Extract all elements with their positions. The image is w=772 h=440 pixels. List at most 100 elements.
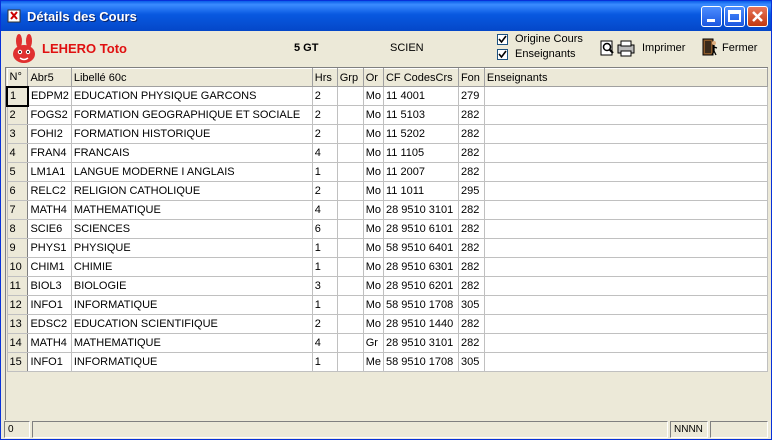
table-row[interactable]: 10 CHIM1 CHIMIE 1 Mo 28 9510 6301 282 bbox=[6, 257, 769, 277]
table-cell[interactable]: 3 bbox=[311, 276, 338, 296]
table-cell[interactable] bbox=[483, 238, 769, 258]
table-cell[interactable]: INFO1 bbox=[27, 295, 72, 315]
table-cell[interactable] bbox=[336, 257, 364, 277]
minimize-button[interactable] bbox=[701, 6, 722, 27]
table-cell[interactable]: 28 9510 6101 bbox=[382, 219, 459, 239]
row-number[interactable]: 15 bbox=[6, 352, 29, 372]
table-cell[interactable]: PHYS1 bbox=[27, 238, 72, 258]
table-cell[interactable]: 28 9510 6301 bbox=[382, 257, 459, 277]
table-cell[interactable] bbox=[483, 124, 769, 144]
row-number[interactable]: 1 bbox=[6, 85, 29, 107]
table-cell[interactable]: 58 9510 1708 bbox=[382, 295, 459, 315]
table-cell[interactable]: Mo bbox=[362, 105, 384, 125]
table-cell[interactable]: Mo bbox=[362, 276, 384, 296]
table-cell[interactable]: 58 9510 1708 bbox=[382, 352, 459, 372]
row-number[interactable]: 5 bbox=[6, 162, 29, 182]
table-cell[interactable]: 282 bbox=[457, 333, 485, 353]
table-row[interactable]: 13 EDSC2 EDUCATION SCIENTIFIQUE 2 Mo 28 9510 … bbox=[6, 314, 769, 334]
table-cell[interactable]: 11 1105 bbox=[382, 143, 459, 163]
row-number[interactable]: 6 bbox=[6, 181, 29, 201]
row-number[interactable]: 4 bbox=[6, 143, 29, 163]
table-cell[interactable]: INFORMATIQUE bbox=[70, 352, 313, 372]
table-cell[interactable]: Mo bbox=[362, 314, 384, 334]
table-cell[interactable]: 58 9510 6401 bbox=[382, 238, 459, 258]
table-cell[interactable]: EDUCATION PHYSIQUE GARCONS bbox=[70, 86, 313, 106]
table-cell[interactable]: Mo bbox=[362, 143, 384, 163]
table-cell[interactable] bbox=[336, 219, 364, 239]
table-cell[interactable]: INFO1 bbox=[27, 352, 72, 372]
table-cell[interactable]: EDSC2 bbox=[27, 314, 72, 334]
table-cell[interactable]: 1 bbox=[311, 162, 338, 182]
table-cell[interactable]: 282 bbox=[457, 276, 485, 296]
table-cell[interactable]: 11 5202 bbox=[382, 124, 459, 144]
table-cell[interactable]: 2 bbox=[311, 124, 338, 144]
table-cell[interactable]: CHIM1 bbox=[27, 257, 72, 277]
enseignants-checkbox[interactable] bbox=[497, 49, 508, 60]
table-cell[interactable]: Mo bbox=[362, 219, 384, 239]
table-cell[interactable]: FRANCAIS bbox=[70, 143, 313, 163]
table-cell[interactable] bbox=[336, 200, 364, 220]
table-cell[interactable]: 282 bbox=[457, 143, 485, 163]
table-cell[interactable] bbox=[483, 219, 769, 239]
table-row[interactable]: 8 SCIE6 SCIENCES 6 Mo 28 9510 6101 282 bbox=[6, 219, 769, 239]
table-row[interactable]: 2 FOGS2 FORMATION GEOGRAPHIQUE ET SOCIALE 2… bbox=[6, 105, 769, 125]
table-cell[interactable]: 282 bbox=[457, 257, 485, 277]
row-number[interactable]: 14 bbox=[6, 333, 29, 353]
door-exit-icon[interactable] bbox=[702, 38, 718, 56]
table-cell[interactable]: 1 bbox=[311, 238, 338, 258]
table-row[interactable]: 15 INFO1 INFORMATIQUE 1 Me 58 9510 1708 305 bbox=[6, 352, 769, 372]
table-row[interactable]: 3 FOHI2 FORMATION HISTORIQUE 2 Mo 11 5202 282 bbox=[6, 124, 769, 144]
table-cell[interactable] bbox=[483, 200, 769, 220]
column-header[interactable]: Enseignants bbox=[483, 68, 769, 87]
table-cell[interactable]: INFORMATIQUE bbox=[70, 295, 313, 315]
table-cell[interactable] bbox=[336, 162, 364, 182]
table-cell[interactable]: Mo bbox=[362, 238, 384, 258]
table-cell[interactable] bbox=[483, 105, 769, 125]
table-cell[interactable]: Mo bbox=[362, 86, 384, 106]
table-cell[interactable]: FORMATION GEOGRAPHIQUE ET SOCIALE bbox=[70, 105, 313, 125]
table-cell[interactable] bbox=[483, 86, 769, 106]
table-cell[interactable]: 28 9510 1440 bbox=[382, 314, 459, 334]
table-cell[interactable]: 4 bbox=[311, 333, 338, 353]
table-row[interactable]: 12 INFO1 INFORMATIQUE 1 Mo 58 9510 1708 305 bbox=[6, 295, 769, 315]
table-cell[interactable]: 305 bbox=[457, 352, 485, 372]
table-row[interactable]: 11 BIOL3 BIOLOGIE 3 Mo 28 9510 6201 282 bbox=[6, 276, 769, 296]
table-row[interactable]: 9 PHYS1 PHYSIQUE 1 Mo 58 9510 6401 282 bbox=[6, 238, 769, 258]
table-cell[interactable] bbox=[483, 295, 769, 315]
table-cell[interactable] bbox=[483, 143, 769, 163]
table-cell[interactable] bbox=[336, 86, 364, 106]
table-cell[interactable]: Gr bbox=[362, 333, 384, 353]
row-number[interactable]: 13 bbox=[6, 314, 29, 334]
table-cell[interactable]: MATHEMATIQUE bbox=[70, 333, 313, 353]
table-cell[interactable]: 2 bbox=[311, 86, 338, 106]
table-cell[interactable]: 11 4001 bbox=[382, 86, 459, 106]
row-number[interactable]: 3 bbox=[6, 124, 29, 144]
table-cell[interactable]: 282 bbox=[457, 200, 485, 220]
table-cell[interactable]: SCIE6 bbox=[27, 219, 72, 239]
table-cell[interactable]: FOGS2 bbox=[27, 105, 72, 125]
table-cell[interactable]: 1 bbox=[311, 257, 338, 277]
table-cell[interactable]: 1 bbox=[311, 352, 338, 372]
table-cell[interactable]: 305 bbox=[457, 295, 485, 315]
table-cell[interactable]: Mo bbox=[362, 295, 384, 315]
table-cell[interactable]: 28 9510 3101 bbox=[382, 200, 459, 220]
table-cell[interactable]: 11 5103 bbox=[382, 105, 459, 125]
table-cell[interactable] bbox=[483, 314, 769, 334]
table-cell[interactable] bbox=[336, 333, 364, 353]
table-cell[interactable] bbox=[336, 143, 364, 163]
table-cell[interactable] bbox=[483, 333, 769, 353]
row-number[interactable]: 8 bbox=[6, 219, 29, 239]
table-cell[interactable]: Mo bbox=[362, 124, 384, 144]
table-cell[interactable]: 4 bbox=[311, 200, 338, 220]
row-number[interactable]: 10 bbox=[6, 257, 29, 277]
table-cell[interactable]: 1 bbox=[311, 295, 338, 315]
table-cell[interactable]: BIOLOGIE bbox=[70, 276, 313, 296]
table-row[interactable]: 5 LM1A1 LANGUE MODERNE I ANGLAIS 1 Mo 11 2007… bbox=[6, 162, 769, 182]
row-number[interactable]: 11 bbox=[6, 276, 29, 296]
table-cell[interactable]: LANGUE MODERNE I ANGLAIS bbox=[70, 162, 313, 182]
table-cell[interactable] bbox=[483, 257, 769, 277]
table-cell[interactable]: FOHI2 bbox=[27, 124, 72, 144]
table-cell[interactable]: MATHEMATIQUE bbox=[70, 200, 313, 220]
row-number[interactable]: 12 bbox=[6, 295, 29, 315]
table-cell[interactable] bbox=[336, 181, 364, 201]
